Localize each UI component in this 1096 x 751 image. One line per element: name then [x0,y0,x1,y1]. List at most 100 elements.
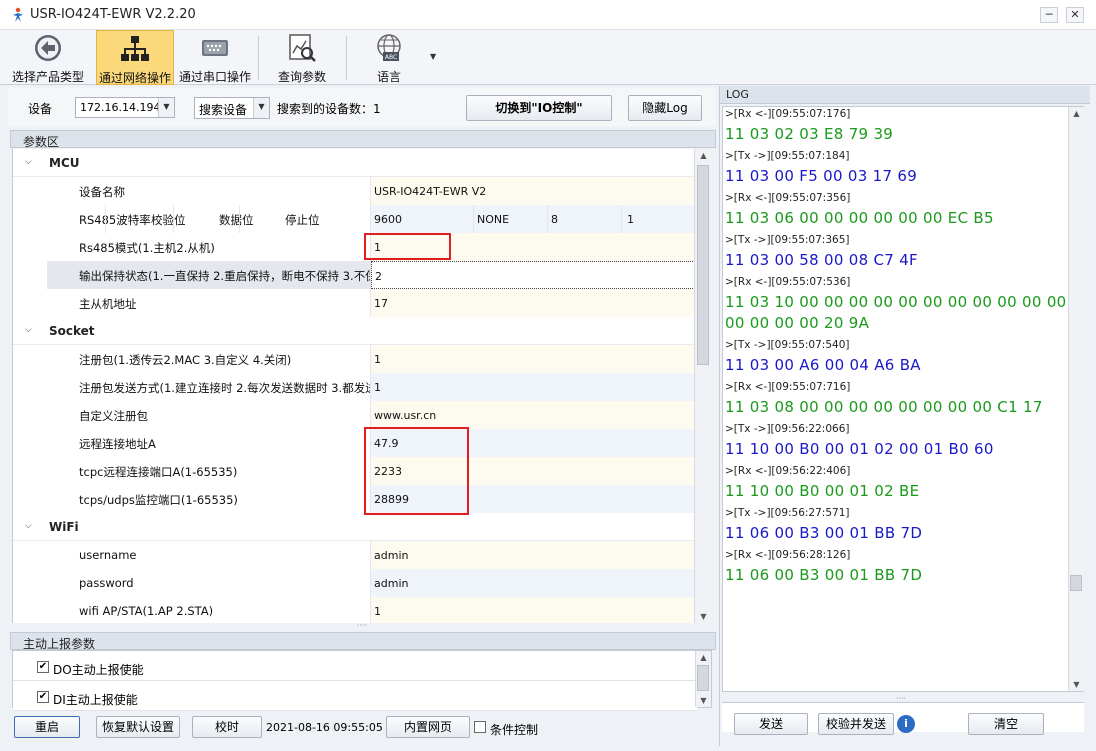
checkbox-checked-icon[interactable]: ✔ [37,661,49,673]
log-rx-data: 11 10 00 B0 00 01 02 BE [725,482,920,500]
param-row-rs485[interactable]: RS485波特率 校验位 数据位 停止位 9600 NONE 8 1 [13,205,694,233]
param-row[interactable]: wifi AP/STA(1.AP 2.STA) 1 [13,597,694,623]
log-timestamp: >[Tx ->][09:55:07:365] [725,234,850,246]
log-timestamp: >[Rx <-][09:55:07:176] [725,108,851,120]
scroll-up-icon[interactable]: ▲ [1069,109,1084,118]
chevron-down-icon[interactable]: ⌵ [25,157,32,167]
param-row[interactable]: 自定义注册包 www.usr.cn [13,401,694,429]
chevron-down-icon[interactable]: ⌵ [25,325,32,335]
report-scrollbar[interactable]: ▲ ▼ [695,651,711,707]
log-output[interactable]: >[Rx <-][09:55:07:176] 11 03 02 03 E8 79 … [722,106,1084,692]
device-label: 设备 [28,102,53,116]
log-panel: LOG >[Rx <-][09:55:07:176] 11 03 02 03 E8… [719,86,1090,746]
report-item-do[interactable]: ✔ DO主动上报使能 [13,653,697,681]
category-wifi[interactable]: ⌵ WiFi [13,513,694,541]
query-chart-icon [289,34,316,62]
report-header: 主动上报参数 [10,632,716,651]
param-row-selected[interactable]: 输出保持状态(1.一直保持 2.重启保持，断电不保持 3.不保持) 2 [13,261,694,289]
restore-default-button[interactable]: 恢复默认设置 [96,716,180,738]
ribbon-label: 通过网络操作 [98,71,171,85]
param-row[interactable]: 注册包发送方式(1.建立连接时 2.每次发送数据时 3.都发送) 1 [13,373,694,401]
builtin-webpage-button[interactable]: 内置网页 [386,716,470,738]
param-row[interactable]: Rs485模式(1.主机2.从机) 1 [13,233,694,261]
param-row[interactable]: 设备名称 USR-IO424T-EWR V2 [13,177,694,205]
svg-text:ABC: ABC [385,54,397,61]
found-count-label: 搜索到的设备数：1 [277,102,381,116]
clear-log-button[interactable]: 清空 [968,713,1044,735]
serial-operation-button[interactable]: 通过串口操作 [176,30,254,85]
log-tx-data: 11 03 00 A6 00 04 A6 BA [725,356,921,374]
params-scrollbar[interactable]: ▲ ▼ [694,149,712,623]
param-row[interactable]: tcpc远程连接端口A(1-65535) 2233 [13,457,694,485]
network-operation-button[interactable]: 通过网络操作 [96,30,174,85]
device-ip-value: 172.16.14.194 [80,101,161,114]
param-row[interactable]: tcps/udps监控端口(1-65535) 28899 [13,485,694,513]
log-timestamp: >[Tx ->][09:56:22:066] [725,423,850,435]
search-device-button[interactable]: 搜索设备 ▼ [194,97,270,119]
log-rx-data: 11 06 00 B3 00 01 BB 7D [725,566,923,584]
query-params-button[interactable]: 查询参数 [266,30,338,85]
splitter-handle[interactable]: ···· [12,622,712,631]
log-timestamp: >[Rx <-][09:55:07:356] [725,192,851,204]
window-title: USR-IO424T-EWR V2.2.20 [30,7,196,22]
ribbon-label: 选择产品类型 [11,70,84,84]
select-product-type-button[interactable]: 选择产品类型 [10,30,86,85]
param-row[interactable]: username admin [13,541,694,569]
info-icon[interactable]: i [897,715,915,733]
log-rx-data: 11 03 02 03 E8 79 39 [725,125,894,143]
title-bar: USR-IO424T-EWR V2.2.20 ─ ✕ [0,0,1096,30]
param-row[interactable]: 主从机地址 17 [13,289,694,317]
param-row[interactable]: 注册包(1.透传云2.MAC 3.自定义 4.关闭) 1 [13,345,694,373]
log-tx-data: 11 03 00 F5 00 03 17 69 [725,167,918,185]
report-list: ✔ DO主动上报使能 ✔ DI主动上报使能 ▲ ▼ [12,650,712,711]
param-row[interactable]: password admin [13,569,694,597]
scroll-thumb[interactable] [697,165,709,365]
back-arrow-icon [35,35,61,61]
language-globe-icon: ABC [377,34,401,61]
close-button[interactable]: ✕ [1066,7,1084,23]
chevron-down-icon[interactable]: ⌵ [25,521,32,531]
log-scrollbar[interactable]: ▲ ▼ [1068,107,1084,691]
log-tx-data: 11 10 00 B0 00 01 02 00 01 B0 60 [725,440,994,458]
chevron-down-icon[interactable]: ▼ [158,98,174,117]
condition-control-checkbox[interactable] [474,721,486,733]
report-item-di[interactable]: ✔ DI主动上报使能 [13,683,697,711]
device-ip-select[interactable]: 172.16.14.194 ▼ [75,97,175,118]
log-header: LOG [720,86,1090,104]
scroll-up-icon[interactable]: ▲ [695,151,712,160]
category-mcu[interactable]: ⌵ MCU [13,149,694,177]
log-rx-data: 11 03 10 00 00 00 00 00 00 00 00 00 00 0… [725,293,1084,311]
log-timestamp: >[Tx ->][09:55:07:184] [725,150,850,162]
found-count: 1 [373,102,381,116]
log-timestamp: >[Rx <-][09:56:22:406] [725,465,851,477]
category-socket[interactable]: ⌵ Socket [13,317,694,345]
chevron-down-icon[interactable]: ▼ [253,98,269,118]
scroll-down-icon[interactable]: ▼ [1069,680,1084,689]
condition-control-label: 条件控制 [490,723,539,737]
params-header: 参数区 [10,130,716,149]
log-rx-data: 11 03 06 00 00 00 00 00 00 EC B5 [725,209,994,227]
scroll-thumb[interactable] [1070,575,1082,591]
ribbon-label: 通过串口操作 [178,70,251,84]
minimize-button[interactable]: ─ [1040,7,1058,23]
scroll-thumb[interactable] [697,665,709,691]
scroll-up-icon[interactable]: ▲ [696,653,711,662]
checkbox-checked-icon[interactable]: ✔ [37,691,49,703]
sync-time-button[interactable]: 校时 [192,716,262,738]
hide-log-button[interactable]: 隐藏Log [628,95,702,121]
log-rx-data: 11 03 08 00 00 00 00 00 00 00 00 C1 17 [725,398,1043,416]
language-button[interactable]: ABC 语言 [356,30,422,85]
property-grid: ⌵ MCU 设备名称 USR-IO424T-EWR V2 RS485波特率 校验… [12,149,694,623]
scroll-down-icon[interactable]: ▼ [696,696,711,705]
switch-io-control-button[interactable]: 切换到"IO控制" [466,95,612,121]
language-dropdown-arrow-icon[interactable]: ▼ [430,52,436,61]
restart-button[interactable]: 重启 [14,716,80,738]
ribbon-label: 查询参数 [277,70,326,84]
log-rx-data: 00 00 00 00 20 9A [725,314,870,332]
send-button[interactable]: 发送 [734,713,808,735]
highlight-box [364,427,469,515]
param-row[interactable]: 远程连接地址A 47.9 [13,429,694,457]
scroll-down-icon[interactable]: ▼ [695,612,712,621]
verify-send-button[interactable]: 校验并发送 [818,713,894,735]
device-bar: 设备 172.16.14.194 ▼ 搜索设备 ▼ 搜索到的设备数：1 切换到"… [8,88,716,126]
